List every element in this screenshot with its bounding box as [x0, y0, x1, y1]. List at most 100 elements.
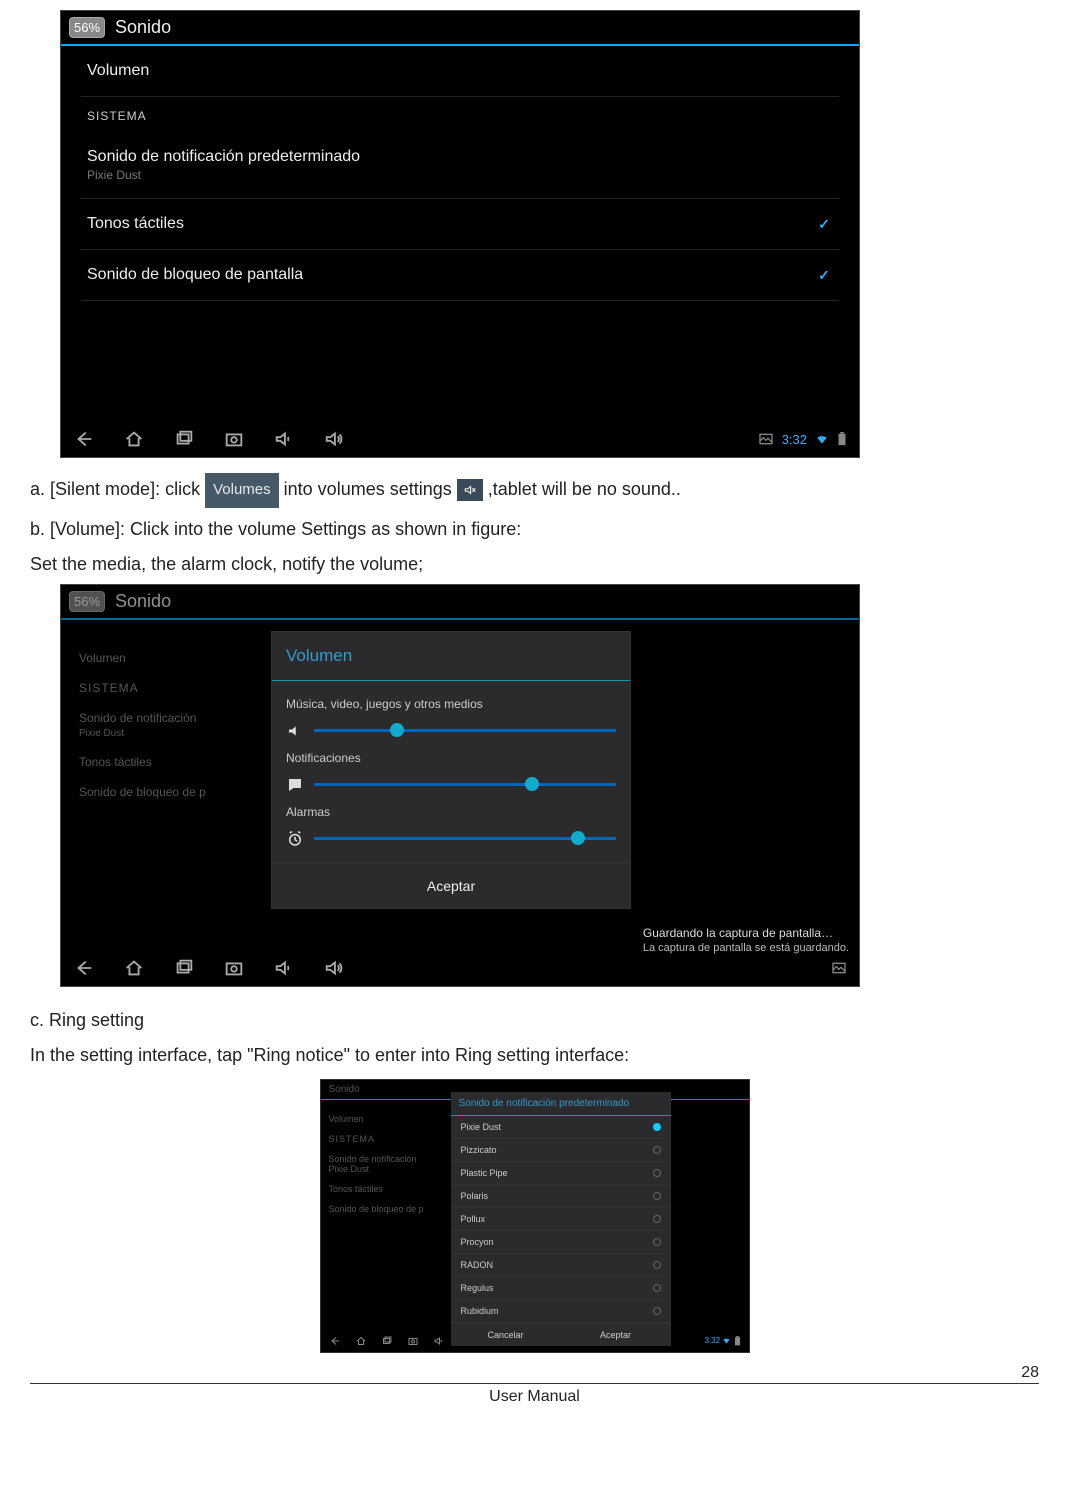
ringtone-row[interactable]: Rubidium	[451, 1300, 671, 1323]
text: into volumes settings	[284, 479, 452, 499]
row-sublabel: Pixie Dust	[87, 168, 360, 182]
screenshot-ring-selection: Sonido Volumen SISTEMA Sonido de notific…	[320, 1079, 750, 1353]
clock-time: 3:32	[782, 432, 807, 447]
radio-icon[interactable]	[653, 1238, 661, 1246]
screenshot-icon[interactable]	[407, 1335, 419, 1347]
dialog-title: Sonido de notificación predeterminado	[451, 1092, 671, 1116]
screenshot-icon[interactable]	[223, 428, 245, 450]
home-icon[interactable]	[123, 957, 145, 979]
radio-icon[interactable]	[653, 1307, 661, 1315]
clock-time: 3:32	[704, 1336, 720, 1345]
ringtone-label: Procyon	[461, 1237, 494, 1247]
dialog-title: Volumen	[272, 632, 630, 681]
recent-apps-icon[interactable]	[173, 428, 195, 450]
picture-icon	[831, 960, 847, 976]
ringtone-label: RADON	[461, 1260, 494, 1270]
slider-notif[interactable]	[286, 771, 616, 799]
cancel-button[interactable]: Cancelar	[451, 1324, 561, 1346]
screen-title: Sonido	[115, 591, 171, 612]
ok-button[interactable]: Aceptar	[561, 1324, 671, 1346]
instruction-c-line1: c. Ring setting	[30, 1007, 1039, 1034]
ringtone-row[interactable]: Polaris	[451, 1185, 671, 1208]
label-notif: Notificaciones	[286, 751, 616, 765]
slider-alarm[interactable]	[286, 825, 616, 853]
volume-down-icon[interactable]	[273, 957, 295, 979]
back-icon[interactable]	[73, 957, 95, 979]
section-sistema: SISTEMA	[81, 97, 839, 129]
checkmark-icon[interactable]: ✓	[815, 215, 833, 233]
ringtone-row[interactable]: Procyon	[451, 1231, 671, 1254]
radio-icon[interactable]	[653, 1169, 661, 1177]
page-number: 28	[1021, 1364, 1039, 1382]
dimmed-sidebar: Volumen SISTEMA Sonido de notificaciónPi…	[79, 635, 279, 815]
label-media: Música, video, juegos y otros medios	[286, 697, 616, 711]
radio-icon[interactable]	[653, 1146, 661, 1154]
battery-badge: 56%	[69, 591, 105, 612]
volume-down-icon[interactable]	[273, 428, 295, 450]
slider-media[interactable]	[286, 717, 616, 745]
home-icon[interactable]	[123, 428, 145, 450]
recent-apps-icon[interactable]	[173, 957, 195, 979]
volume-down-icon[interactable]	[433, 1335, 445, 1347]
header-bar: 56% Sonido	[61, 585, 859, 620]
speaker-icon	[286, 722, 304, 740]
home-icon[interactable]	[355, 1335, 367, 1347]
instruction-b-line1: b. [Volume]: Click into the volume Setti…	[30, 516, 1039, 543]
ringtone-row[interactable]: RADON	[451, 1254, 671, 1277]
text: a. [Silent mode]: click	[30, 479, 200, 499]
wifi-icon	[722, 1336, 731, 1345]
screen-title: Sonido	[115, 17, 171, 38]
radio-icon[interactable]	[653, 1123, 661, 1131]
screenshot-toast: Guardando la captura de pantalla… La cap…	[643, 926, 849, 956]
screenshot-sound-settings: 56% Sonido Volumen SISTEMA Sonido de not…	[60, 10, 860, 458]
ringtone-row[interactable]: Pollux	[451, 1208, 671, 1231]
text: ,tablet will be no sound..	[488, 479, 681, 499]
system-nav-bar: 3:32	[61, 421, 859, 457]
ringtone-label: Rubidium	[461, 1306, 499, 1316]
radio-icon[interactable]	[653, 1261, 661, 1269]
mute-button-image	[457, 479, 483, 501]
accept-button[interactable]: Aceptar	[272, 863, 630, 908]
screenshot-volume-popup: 56% Sonido Volumen SISTEMA Sonido de not…	[60, 584, 860, 987]
chat-icon	[286, 776, 304, 794]
ringtone-row[interactable]: Pizzicato	[451, 1139, 671, 1162]
row-label: Sonido de bloqueo de pantalla	[87, 266, 303, 284]
header-bar: 56% Sonido	[61, 11, 859, 46]
battery-icon	[734, 1336, 741, 1346]
ringtone-dialog: Sonido de notificación predeterminado Pi…	[451, 1092, 671, 1346]
volume-up-icon[interactable]	[323, 428, 345, 450]
page-footer: 28 User Manual	[30, 1383, 1039, 1406]
picture-icon	[758, 431, 774, 447]
volume-up-icon[interactable]	[323, 957, 345, 979]
volume-dialog: Volumen Música, video, juegos y otros me…	[271, 631, 631, 909]
ringtone-row[interactable]: Regulus	[451, 1277, 671, 1300]
radio-icon[interactable]	[653, 1215, 661, 1223]
ringtone-label: Plastic Pipe	[461, 1168, 508, 1178]
ringtone-label: Pizzicato	[461, 1145, 497, 1155]
alarm-icon	[286, 830, 304, 848]
row-notif-sound[interactable]: Sonido de notificación predeterminado Pi…	[81, 129, 839, 199]
instruction-a: a. [Silent mode]: click Volumes into vol…	[30, 473, 1039, 508]
ringtone-label: Regulus	[461, 1283, 494, 1293]
recent-apps-icon[interactable]	[381, 1335, 393, 1347]
row-touch-tones[interactable]: Tonos táctiles ✓	[81, 199, 839, 250]
battery-badge: 56%	[69, 17, 105, 38]
ringtone-label: Polaris	[461, 1191, 489, 1201]
checkmark-icon[interactable]: ✓	[815, 266, 833, 284]
footer-title: User Manual	[30, 1388, 1039, 1406]
instruction-b-line2: Set the media, the alarm clock, notify t…	[30, 551, 1039, 578]
row-volumen[interactable]: Volumen	[81, 46, 839, 97]
row-label: Tonos táctiles	[87, 215, 184, 233]
radio-icon[interactable]	[653, 1192, 661, 1200]
ringtone-label: Pixie Dust	[461, 1122, 502, 1132]
radio-icon[interactable]	[653, 1284, 661, 1292]
ringtone-label: Pollux	[461, 1214, 486, 1224]
row-screen-lock-sound[interactable]: Sonido de bloqueo de pantalla ✓	[81, 250, 839, 301]
back-icon[interactable]	[329, 1335, 341, 1347]
back-icon[interactable]	[73, 428, 95, 450]
ringtone-row[interactable]: Pixie Dust	[451, 1116, 671, 1139]
dimmed-sidebar: Volumen SISTEMA Sonido de notificaciónPi…	[329, 1104, 449, 1224]
screenshot-icon[interactable]	[223, 957, 245, 979]
ringtone-row[interactable]: Plastic Pipe	[451, 1162, 671, 1185]
instruction-c-line2: In the setting interface, tap "Ring noti…	[30, 1042, 1039, 1069]
